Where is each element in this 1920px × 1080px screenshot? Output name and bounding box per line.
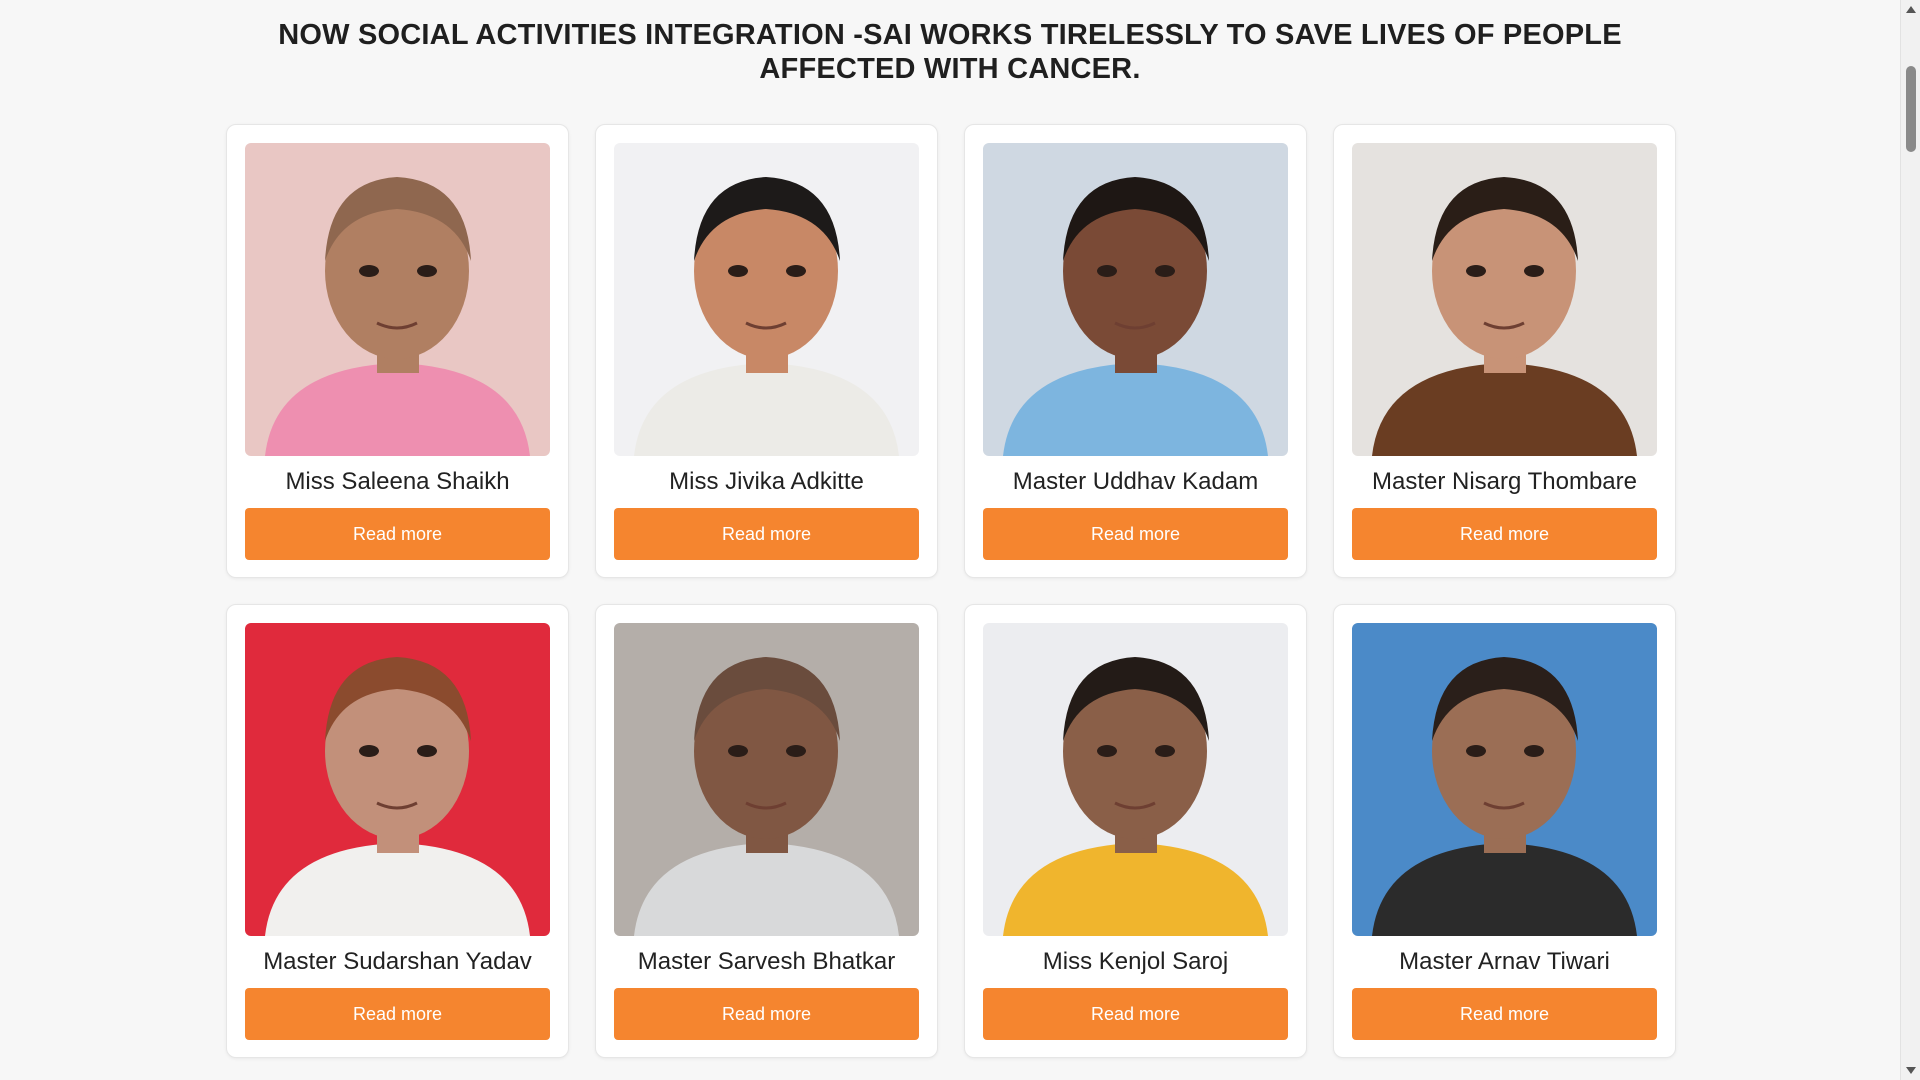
right-eye (417, 745, 437, 757)
right-eye (1155, 265, 1175, 277)
patient-photo (245, 623, 550, 936)
vertical-scrollbar[interactable] (1900, 0, 1920, 1080)
patient-name: Miss Saleena Shaikh (285, 468, 510, 495)
right-eye (786, 265, 806, 277)
read-more-button[interactable]: Read more (614, 508, 919, 560)
patient-name: Master Sudarshan Yadav (263, 948, 532, 975)
patient-name: Master Nisarg Thombare (1372, 468, 1637, 495)
patient-photo (1352, 623, 1657, 936)
left-eye (359, 265, 379, 277)
patient-grid: Miss Saleena Shaikh Read more Miss Jivik… (226, 124, 1676, 1058)
patient-photo (245, 143, 550, 456)
right-eye (1524, 265, 1544, 277)
patient-card: Master Sarvesh Bhatkar Read more (595, 604, 938, 1058)
read-more-button[interactable]: Read more (983, 508, 1288, 560)
read-more-button[interactable]: Read more (614, 988, 919, 1040)
patient-card: Master Nisarg Thombare Read more (1333, 124, 1676, 578)
scroll-down-arrow-icon[interactable] (1906, 1067, 1916, 1074)
patient-photo (983, 623, 1288, 936)
right-eye (786, 745, 806, 757)
left-eye (1466, 745, 1486, 757)
read-more-button[interactable]: Read more (983, 988, 1288, 1040)
patient-name: Miss Kenjol Saroj (1042, 948, 1229, 975)
right-eye (417, 265, 437, 277)
patient-name: Master Arnav Tiwari (1399, 948, 1610, 975)
patient-card: Miss Kenjol Saroj Read more (964, 604, 1307, 1058)
patient-card: Master Uddhav Kadam Read more (964, 124, 1307, 578)
scroll-up-arrow-icon[interactable] (1906, 6, 1916, 13)
patient-photo (983, 143, 1288, 456)
read-more-button[interactable]: Read more (1352, 508, 1657, 560)
patient-name: Miss Jivika Adkitte (669, 468, 864, 495)
scroll-thumb[interactable] (1906, 66, 1916, 152)
left-eye (1466, 265, 1486, 277)
patient-photo (614, 623, 919, 936)
patient-photo (1352, 143, 1657, 456)
read-more-button[interactable]: Read more (245, 508, 550, 560)
patient-card: Miss Saleena Shaikh Read more (226, 124, 569, 578)
patient-card: Master Sudarshan Yadav Read more (226, 604, 569, 1058)
left-eye (728, 745, 748, 757)
page-heading: NOW SOCIAL ACTIVITIES INTEGRATION -SAI W… (278, 19, 1622, 85)
patient-photo (614, 143, 919, 456)
left-eye (359, 745, 379, 757)
left-eye (1097, 265, 1117, 277)
left-eye (1097, 745, 1117, 757)
read-more-button[interactable]: Read more (1352, 988, 1657, 1040)
patient-card: Master Arnav Tiwari Read more (1333, 604, 1676, 1058)
page: NOW SOCIAL ACTIVITIES INTEGRATION -SAI W… (0, 0, 1900, 1080)
right-eye (1524, 745, 1544, 757)
left-eye (728, 265, 748, 277)
patient-name: Master Sarvesh Bhatkar (637, 948, 896, 975)
right-eye (1155, 745, 1175, 757)
read-more-button[interactable]: Read more (245, 988, 550, 1040)
patient-card: Miss Jivika Adkitte Read more (595, 124, 938, 578)
patient-name: Master Uddhav Kadam (1012, 468, 1259, 495)
